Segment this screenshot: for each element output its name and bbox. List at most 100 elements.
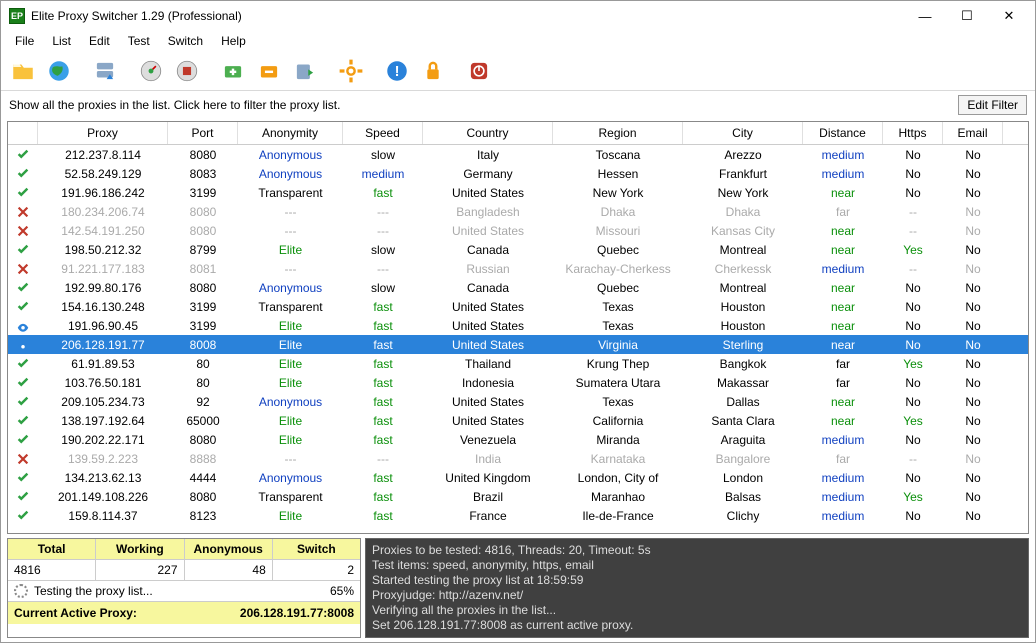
table-row[interactable]: 159.8.114.378123ElitefastFranceIle-de-Fr… xyxy=(8,506,1028,525)
table-row[interactable]: 198.50.212.328799EliteslowCanadaQuebecMo… xyxy=(8,240,1028,259)
proxy-cell: 198.50.212.32 xyxy=(38,242,168,258)
export-button[interactable] xyxy=(289,55,321,87)
https-cell: -- xyxy=(883,223,943,239)
speed-cell: fast xyxy=(343,508,423,524)
window-controls: — ☐ ✕ xyxy=(911,6,1023,26)
table-row[interactable]: 61.91.89.5380ElitefastThailandKrung Thep… xyxy=(8,354,1028,373)
speed-cell: fast xyxy=(343,185,423,201)
country-cell: United States xyxy=(423,337,553,353)
table-row[interactable]: 191.96.90.453199ElitefastUnited StatesTe… xyxy=(8,316,1028,335)
table-row[interactable]: 52.58.249.1298083AnonymousmediumGermanyH… xyxy=(8,164,1028,183)
gear-button[interactable] xyxy=(335,55,367,87)
edit-filter-button[interactable]: Edit Filter xyxy=(958,95,1027,115)
column-header[interactable]: Port xyxy=(168,122,238,144)
table-row[interactable]: 134.213.62.134444AnonymousfastUnited Kin… xyxy=(8,468,1028,487)
menu-list[interactable]: List xyxy=(44,32,79,50)
table-row[interactable]: 154.16.130.2483199TransparentfastUnited … xyxy=(8,297,1028,316)
anonymity-cell: Anonymous xyxy=(238,280,343,296)
speed-cell: slow xyxy=(343,280,423,296)
status-icon xyxy=(8,375,38,391)
column-header[interactable] xyxy=(8,122,38,144)
filter-text[interactable]: Show all the proxies in the list. Click … xyxy=(9,98,340,112)
column-header[interactable]: Country xyxy=(423,122,553,144)
maximize-button[interactable]: ☐ xyxy=(953,6,981,26)
https-cell: Yes xyxy=(883,489,943,505)
menu-test[interactable]: Test xyxy=(120,32,158,50)
anonymity-cell: Elite xyxy=(238,413,343,429)
power-button[interactable] xyxy=(463,55,495,87)
close-button[interactable]: ✕ xyxy=(995,6,1023,26)
log-panel[interactable]: Proxies to be tested: 4816, Threads: 20,… xyxy=(365,538,1029,638)
menu-file[interactable]: File xyxy=(7,32,42,50)
port-cell: 3199 xyxy=(168,299,238,315)
speed-cell: fast xyxy=(343,413,423,429)
country-cell: Germany xyxy=(423,166,553,182)
region-cell: Krung Thep xyxy=(553,356,683,372)
minimize-button[interactable]: — xyxy=(911,6,939,26)
table-row[interactable]: 206.128.191.778008ElitefastUnited States… xyxy=(8,335,1028,354)
email-cell: No xyxy=(943,337,1003,353)
column-header[interactable]: Speed xyxy=(343,122,423,144)
email-cell: No xyxy=(943,223,1003,239)
column-header[interactable]: Anonymity xyxy=(238,122,343,144)
https-cell: No xyxy=(883,432,943,448)
toolbar: ! xyxy=(1,51,1035,91)
proxy-cell: 212.237.8.114 xyxy=(38,147,168,163)
table-row[interactable]: 190.202.22.1718080ElitefastVenezuelaMira… xyxy=(8,430,1028,449)
region-cell: Texas xyxy=(553,318,683,334)
globe-button[interactable] xyxy=(43,55,75,87)
gauge-button[interactable] xyxy=(135,55,167,87)
list-body[interactable]: 212.237.8.1148080AnonymousslowItalyTosca… xyxy=(8,145,1028,533)
table-row[interactable]: 192.99.80.1768080AnonymousslowCanadaQueb… xyxy=(8,278,1028,297)
city-cell: Makassar xyxy=(683,375,803,391)
anonymity-cell: --- xyxy=(238,204,343,220)
filter-bar: Show all the proxies in the list. Click … xyxy=(1,91,1035,119)
lock-button[interactable] xyxy=(417,55,449,87)
region-cell: Ile-de-France xyxy=(553,508,683,524)
email-cell: No xyxy=(943,242,1003,258)
region-cell: Quebec xyxy=(553,242,683,258)
menu-help[interactable]: Help xyxy=(213,32,254,50)
status-icon xyxy=(8,337,38,353)
table-row[interactable]: 138.197.192.6465000ElitefastUnited State… xyxy=(8,411,1028,430)
active-proxy-value: 206.128.191.77:8008 xyxy=(240,606,354,620)
speed-cell: --- xyxy=(343,261,423,277)
table-row[interactable]: 142.54.191.2508080------United StatesMis… xyxy=(8,221,1028,240)
add-button[interactable] xyxy=(217,55,249,87)
distance-cell: near xyxy=(803,223,883,239)
menu-edit[interactable]: Edit xyxy=(81,32,118,50)
stats-header: Anonymous xyxy=(185,539,273,560)
stats-value: 2 xyxy=(273,560,360,581)
country-cell: Canada xyxy=(423,242,553,258)
table-row[interactable]: 212.237.8.1148080AnonymousslowItalyTosca… xyxy=(8,145,1028,164)
column-header[interactable]: Https xyxy=(883,122,943,144)
email-cell: No xyxy=(943,508,1003,524)
table-row[interactable]: 91.221.177.1838081------RussianKarachay-… xyxy=(8,259,1028,278)
table-row[interactable]: 139.59.2.2238888------IndiaKarnatakaBang… xyxy=(8,449,1028,468)
table-row[interactable]: 103.76.50.18180ElitefastIndonesiaSumater… xyxy=(8,373,1028,392)
titlebar[interactable]: EP Elite Proxy Switcher 1.29 (Profession… xyxy=(1,1,1035,31)
log-line: Proxies to be tested: 4816, Threads: 20,… xyxy=(372,543,1022,558)
server-down-button[interactable] xyxy=(89,55,121,87)
table-row[interactable]: 180.234.206.748080------BangladeshDhakaD… xyxy=(8,202,1028,221)
open-button[interactable] xyxy=(7,55,39,87)
column-header[interactable]: Region xyxy=(553,122,683,144)
email-cell: No xyxy=(943,432,1003,448)
menu-switch[interactable]: Switch xyxy=(160,32,211,50)
stop-button[interactable] xyxy=(171,55,203,87)
table-row[interactable]: 191.96.186.2423199TransparentfastUnited … xyxy=(8,183,1028,202)
column-header[interactable]: City xyxy=(683,122,803,144)
remove-button[interactable] xyxy=(253,55,285,87)
port-cell: 8080 xyxy=(168,489,238,505)
distance-cell: medium xyxy=(803,147,883,163)
distance-cell: far xyxy=(803,375,883,391)
column-header[interactable]: Distance xyxy=(803,122,883,144)
column-header[interactable]: Email xyxy=(943,122,1003,144)
proxy-cell: 134.213.62.13 xyxy=(38,470,168,486)
column-header[interactable]: Proxy xyxy=(38,122,168,144)
proxy-cell: 159.8.114.37 xyxy=(38,508,168,524)
table-row[interactable]: 201.149.108.2268080TransparentfastBrazil… xyxy=(8,487,1028,506)
table-row[interactable]: 209.105.234.7392AnonymousfastUnited Stat… xyxy=(8,392,1028,411)
distance-cell: near xyxy=(803,299,883,315)
info-button[interactable]: ! xyxy=(381,55,413,87)
